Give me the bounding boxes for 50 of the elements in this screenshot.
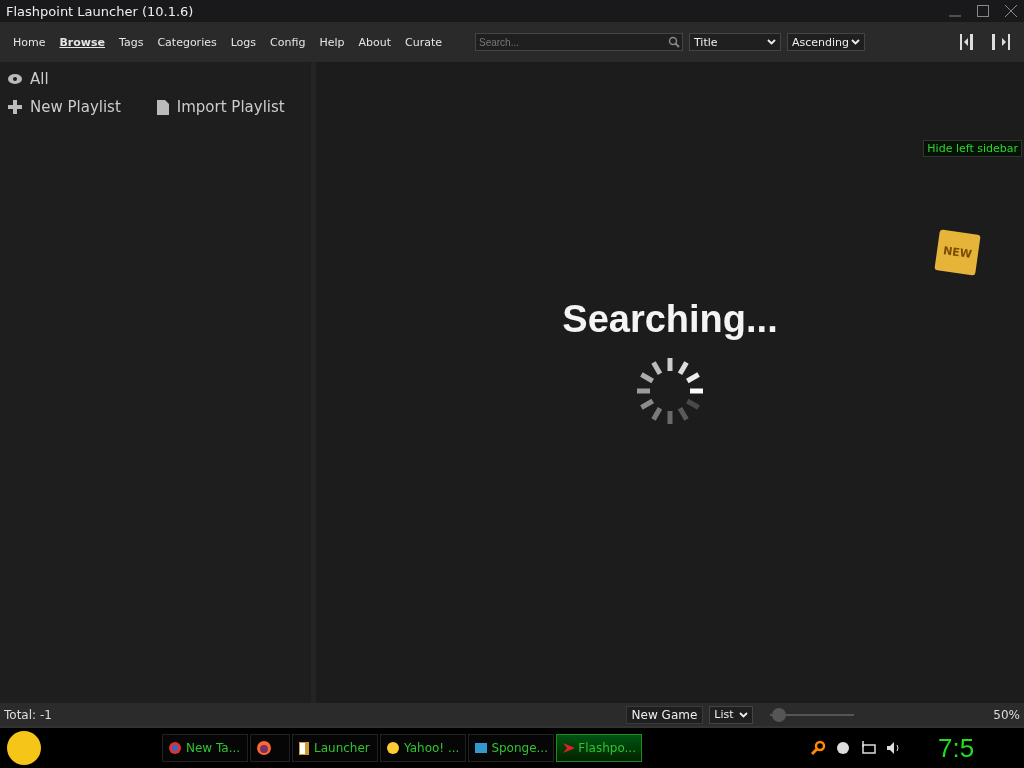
taskbar-button[interactable] xyxy=(250,734,290,762)
window-title: Flashpoint Launcher (10.1.6) xyxy=(6,3,195,19)
browser-icon xyxy=(168,741,182,755)
zoom-reading: 50% xyxy=(993,707,1020,722)
nav-tab[interactable]: Tags xyxy=(114,35,149,49)
playlist-action[interactable]: Import Playlist xyxy=(156,98,285,116)
file-icon xyxy=(156,99,169,115)
taskbar-button[interactable]: Launcher xyxy=(292,734,378,762)
tooltip: Hide left sidebar xyxy=(923,140,1022,157)
nav-tab[interactable]: Curate xyxy=(400,35,447,49)
door-icon xyxy=(298,741,310,755)
taskbar-button[interactable]: Flashpo... xyxy=(556,734,642,762)
searching-text: Searching... xyxy=(562,298,778,341)
all-playlist-item[interactable]: All xyxy=(8,70,303,88)
nav-tab[interactable]: Logs xyxy=(225,35,262,49)
maximize-icon[interactable] xyxy=(976,4,990,18)
total-count: Total: -1 xyxy=(4,707,52,722)
collapse-right-icon[interactable] xyxy=(992,34,1010,50)
taskbar-button[interactable]: Sponge... xyxy=(468,734,554,762)
chevron-down-icon xyxy=(739,711,749,718)
view-select[interactable]: List xyxy=(709,705,754,724)
new-sign: NEW xyxy=(934,229,981,276)
sort-field-select[interactable]: Title xyxy=(689,33,781,51)
network-icon[interactable] xyxy=(860,741,876,755)
playlist-action[interactable]: New Playlist xyxy=(8,98,121,116)
nav-tab[interactable]: Home xyxy=(8,35,51,49)
nav-tab[interactable]: Categories xyxy=(152,35,222,49)
clock: 7:5 xyxy=(938,732,976,764)
status-icon[interactable] xyxy=(836,741,850,755)
window-icon xyxy=(474,742,488,754)
nav-tab[interactable]: Help xyxy=(314,35,350,49)
chevron-down-icon xyxy=(851,39,860,45)
globe-icon xyxy=(256,740,272,756)
plus-icon xyxy=(8,100,22,114)
search-field[interactable]: Search... xyxy=(475,33,683,51)
flash-icon xyxy=(562,742,575,754)
eye-icon xyxy=(8,74,22,84)
nav-tab[interactable]: Browse xyxy=(54,35,111,49)
slider-thumb[interactable] xyxy=(771,707,786,722)
nav-tab[interactable]: About xyxy=(353,35,396,49)
new-game-button[interactable]: New Game xyxy=(625,705,704,724)
volume-icon[interactable] xyxy=(886,741,902,755)
nav-tab[interactable]: Config xyxy=(265,35,311,49)
close-icon[interactable] xyxy=(1004,4,1018,18)
search-icon xyxy=(668,36,680,48)
taskbar-button[interactable]: Yahoo! ... xyxy=(380,734,466,762)
sort-order-select[interactable]: Ascending xyxy=(787,33,865,51)
chevron-down-icon xyxy=(767,39,776,45)
taskbar-button[interactable]: New Ta... xyxy=(162,734,248,762)
search-icon[interactable] xyxy=(810,740,826,756)
